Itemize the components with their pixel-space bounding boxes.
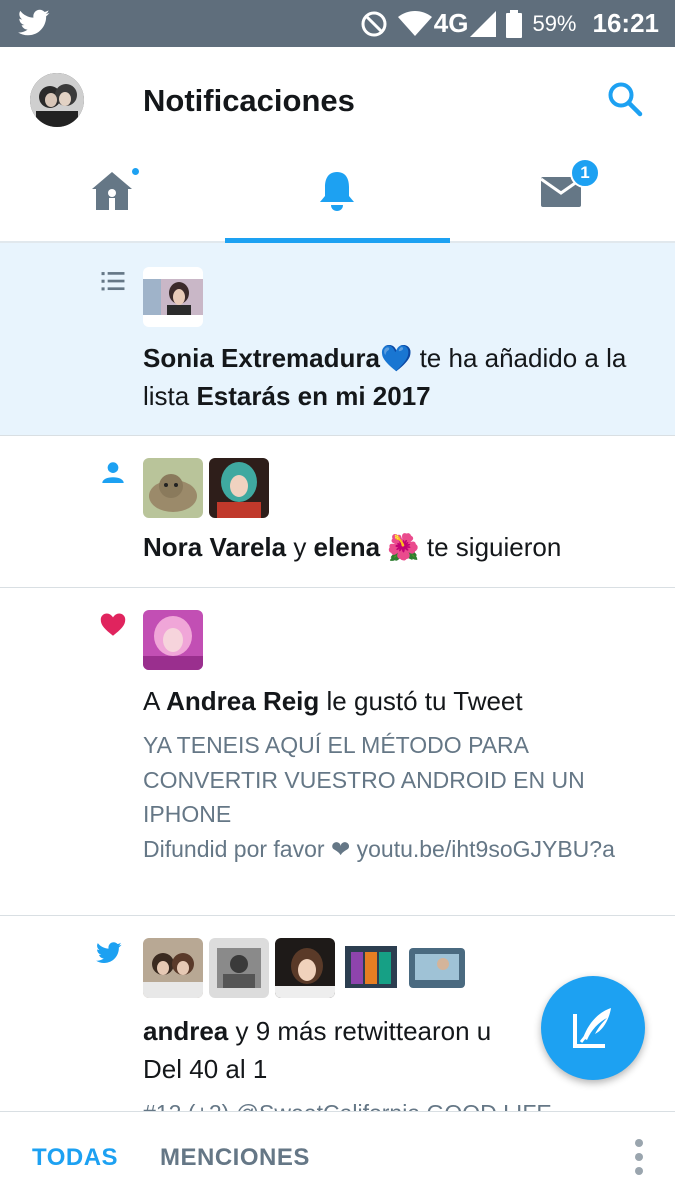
compose-tweet-button[interactable]	[541, 976, 645, 1080]
compose-feather-icon	[573, 1008, 611, 1048]
do-not-disturb-icon	[361, 11, 387, 36]
avatar[interactable]	[341, 938, 401, 998]
more-options-icon[interactable]	[633, 1138, 645, 1176]
list-item[interactable]: Nora Varela y elena 🌺 te siguieron	[0, 436, 675, 588]
notification-text: Sonia Extremadura💙 te ha añadido a la li…	[143, 339, 653, 415]
tweet-text: #12 (+2) @SweetCalifornia GOOD LIFE	[143, 1100, 552, 1111]
profile-avatar[interactable]	[30, 73, 84, 127]
action-text: le gustó tu Tweet	[319, 686, 523, 716]
tab-home[interactable]	[0, 155, 225, 241]
avatar[interactable]	[407, 938, 467, 998]
wifi-icon	[397, 10, 432, 36]
actor-name[interactable]: Andrea Reig	[166, 686, 319, 716]
emoji: 💙	[379, 343, 413, 373]
tweet-preview[interactable]: YA TENEIS AQUÍ EL MÉTODO PARA CONVERTIR …	[143, 728, 635, 866]
prefix: A	[143, 686, 167, 716]
filter-all-tab[interactable]: TODAS	[32, 1144, 118, 1172]
avatar-group	[143, 458, 269, 518]
action-text: y 9 más retwittearon u	[228, 1016, 492, 1046]
signal-icon	[470, 10, 497, 37]
avatar[interactable]	[143, 610, 203, 670]
conjunction: y	[286, 532, 314, 562]
tweet-author: Del 40 al 1	[143, 1054, 268, 1084]
heart-icon	[100, 613, 126, 636]
avatar[interactable]	[143, 938, 203, 998]
home-icon	[92, 172, 132, 210]
status-bar: 4G 59% 16:21	[0, 0, 675, 47]
clock: 16:21	[592, 8, 660, 38]
tab-messages[interactable]: 1	[450, 155, 675, 241]
list-name[interactable]: Estarás en mi 2017	[196, 381, 430, 411]
tweet-text: Difundid por favor	[143, 835, 331, 862]
person-icon	[102, 462, 124, 483]
avatar-group	[143, 938, 467, 998]
filter-bar: TODAS MENCIONES	[0, 1111, 675, 1200]
notification-text: Nora Varela y elena 🌺 te siguieron	[143, 528, 653, 566]
notification-text: A Andrea Reig le gustó tu Tweet	[143, 682, 653, 720]
action-text: te siguieron	[419, 532, 562, 562]
twitter-bird-icon	[96, 942, 122, 963]
filter-mentions-tab[interactable]: MENCIONES	[160, 1144, 310, 1172]
emoji: 🌺	[387, 532, 420, 562]
avatar[interactable]	[143, 267, 203, 327]
avatar-group	[143, 267, 203, 327]
list-item[interactable]: Sonia Extremadura💙 te ha añadido a la li…	[0, 243, 675, 436]
battery-percent: 59%	[532, 10, 577, 36]
tab-notifications[interactable]	[225, 155, 450, 243]
actor-name[interactable]: Sonia Extremadura	[143, 343, 380, 373]
tweet-link: youtu.be/iht9soGJYBU?a	[350, 835, 615, 862]
avatar-group	[143, 610, 203, 670]
home-new-dot	[130, 166, 141, 177]
avatar[interactable]	[143, 458, 203, 518]
list-icon	[101, 272, 125, 291]
actor-name[interactable]: elena	[314, 532, 381, 562]
avatar[interactable]	[275, 938, 335, 998]
search-icon[interactable]	[605, 79, 645, 119]
actor-name[interactable]: andrea	[143, 1016, 228, 1046]
avatar[interactable]	[209, 938, 269, 998]
tweet-preview[interactable]: #12 (+2) @SweetCalifornia GOOD LIFE	[143, 1096, 635, 1111]
heart-emoji-icon: ❤	[330, 835, 351, 862]
twitter-bird-icon	[18, 9, 50, 36]
page-title: Notificaciones	[143, 83, 355, 118]
actor-name[interactable]: Nora Varela	[143, 532, 286, 562]
network-label: 4G	[433, 8, 469, 38]
list-item[interactable]: A Andrea Reig le gustó tu Tweet YA TENEI…	[0, 588, 675, 916]
avatar[interactable]	[209, 458, 269, 518]
app-header: Notificaciones	[0, 47, 675, 155]
messages-badge: 1	[570, 158, 600, 188]
tweet-text: YA TENEIS AQUÍ EL MÉTODO PARA CONVERTIR …	[143, 732, 585, 827]
tab-bar: 1	[0, 155, 675, 243]
bell-icon	[320, 172, 354, 211]
battery-icon	[506, 9, 523, 38]
